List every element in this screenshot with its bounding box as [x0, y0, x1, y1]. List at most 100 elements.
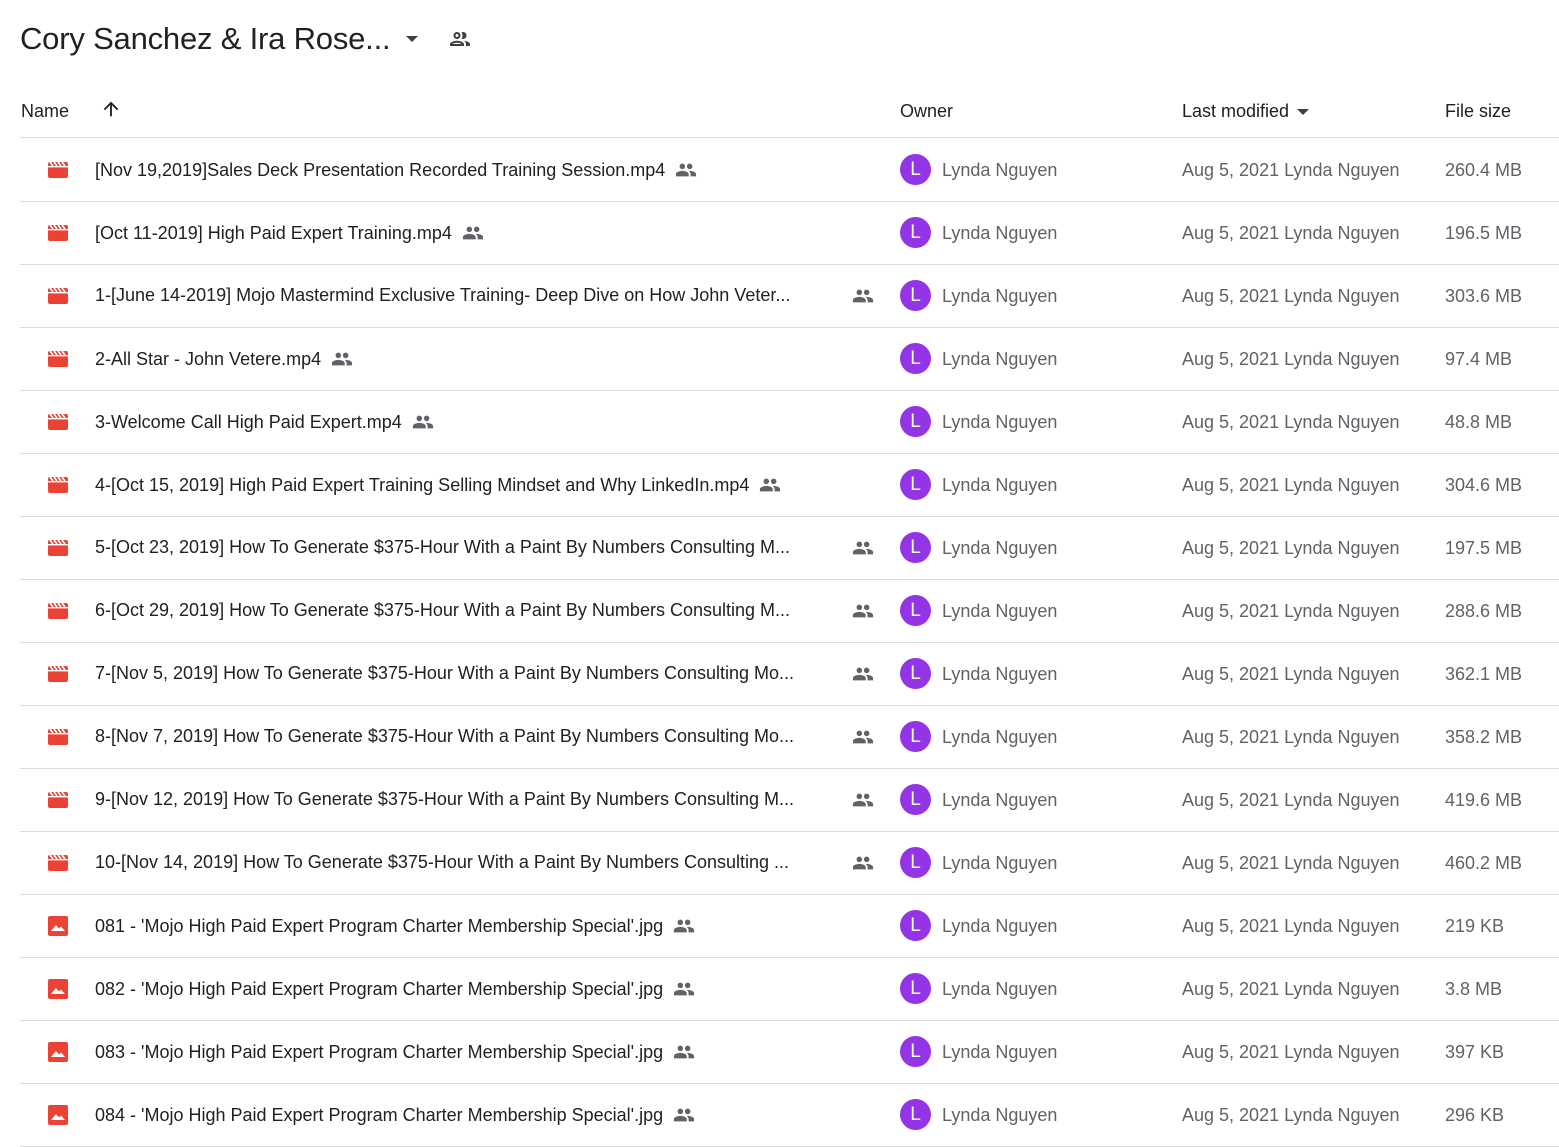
file-name[interactable]: 7-[Nov 5, 2019] How To Generate $375-Hou… — [95, 663, 794, 684]
file-name[interactable]: 084 - 'Mojo High Paid Expert Program Cha… — [95, 1104, 695, 1126]
shared-people-icon — [674, 982, 695, 996]
file-name[interactable]: 4-[Oct 15, 2019] High Paid Expert Traini… — [95, 474, 781, 496]
file-name[interactable]: 083 - 'Mojo High Paid Expert Program Cha… — [95, 1041, 695, 1063]
file-name-label: 9-[Nov 12, 2019] How To Generate $375-Ho… — [95, 789, 795, 809]
avatar: L — [900, 469, 931, 500]
video-file-icon — [48, 728, 68, 745]
file-size: 296 KB — [1445, 1105, 1505, 1125]
owner-name: Lynda Nguyen — [942, 1105, 1058, 1125]
avatar: L — [900, 595, 931, 626]
file-name[interactable]: [Oct 11-2019] High Paid Expert Training.… — [95, 222, 484, 244]
last-modified: Aug 5, 2021 Lynda Nguyen — [1182, 1042, 1400, 1062]
shared-people-icon — [674, 1108, 695, 1122]
last-modified: Aug 5, 2021 Lynda Nguyen — [1182, 853, 1400, 873]
arrow-upward-icon[interactable] — [100, 98, 122, 120]
last-modified: Aug 5, 2021 Lynda Nguyen — [1182, 727, 1400, 747]
file-name-label: 2-All Star - John Vetere.mp4 — [95, 348, 322, 369]
avatar: L — [900, 658, 931, 689]
file-size: 288.6 MB — [1445, 601, 1523, 621]
file-name-label: 3-Welcome Call High Paid Expert.mp4 — [95, 411, 402, 432]
file-name[interactable]: 082 - 'Mojo High Paid Expert Program Cha… — [95, 978, 695, 1000]
file-row[interactable]: 2-All Star - John Vetere.mp4 L Lynda Nguye… — [20, 328, 1559, 391]
file-size: 48.8 MB — [1445, 412, 1513, 432]
file-size: 97.4 MB — [1445, 349, 1513, 369]
file-name-label: 084 - 'Mojo High Paid Expert Program Cha… — [95, 1104, 664, 1125]
file-row[interactable]: [Nov 19,2019]Sales Deck Presentation Rec… — [20, 139, 1559, 202]
avatar: L — [900, 910, 931, 941]
file-name[interactable]: 5-[Oct 23, 2019] How To Generate $375-Ho… — [95, 537, 790, 558]
file-name[interactable]: 10-[Nov 14, 2019] How To Generate $375-H… — [95, 852, 789, 873]
file-size: 219 KB — [1445, 916, 1505, 936]
file-name-label: 7-[Nov 5, 2019] How To Generate $375-Hou… — [95, 663, 795, 683]
file-name-label: 6-[Oct 29, 2019] How To Generate $375-Ho… — [95, 600, 790, 620]
last-modified: Aug 5, 2021 Lynda Nguyen — [1182, 286, 1400, 306]
file-name[interactable]: 6-[Oct 29, 2019] How To Generate $375-Ho… — [95, 600, 790, 621]
file-row[interactable]: 083 - 'Mojo High Paid Expert Program Cha… — [20, 1021, 1559, 1084]
last-modified: Aug 5, 2021 Lynda Nguyen — [1182, 601, 1400, 621]
file-size: 362.1 MB — [1445, 664, 1523, 684]
file-name-label: 083 - 'Mojo High Paid Expert Program Cha… — [95, 1041, 664, 1062]
image-file-icon — [48, 979, 68, 999]
last-modified: Aug 5, 2021 Lynda Nguyen — [1182, 664, 1400, 684]
video-file-icon — [48, 287, 68, 304]
last-modified: Aug 5, 2021 Lynda Nguyen — [1182, 1105, 1400, 1125]
file-row[interactable]: 081 - 'Mojo High Paid Expert Program Cha… — [20, 895, 1559, 958]
column-header-last-modified[interactable]: Last modified — [1182, 101, 1310, 122]
file-name[interactable]: 3-Welcome Call High Paid Expert.mp4 — [95, 411, 434, 433]
file-row[interactable]: 4-[Oct 15, 2019] High Paid Expert Traini… — [20, 454, 1559, 517]
file-name[interactable]: 1-[June 14-2019] Mojo Mastermind Exclusi… — [95, 285, 790, 306]
shared-people-icon — [852, 856, 874, 870]
last-modified: Aug 5, 2021 Lynda Nguyen — [1182, 223, 1400, 243]
avatar: L — [900, 280, 931, 311]
video-file-icon — [48, 539, 68, 556]
file-row[interactable]: 3-Welcome Call High Paid Expert.mp4 L Lynd… — [20, 391, 1559, 454]
file-row[interactable]: 10-[Nov 14, 2019] How To Generate $375-H… — [20, 832, 1559, 895]
shared-people-icon — [676, 163, 697, 177]
avatar: L — [900, 1036, 931, 1067]
shared-people-icon — [852, 667, 874, 681]
file-size: 196.5 MB — [1445, 223, 1523, 243]
file-name-label: 1-[June 14-2019] Mojo Mastermind Exclusi… — [95, 285, 791, 305]
video-file-icon — [48, 161, 68, 178]
file-row[interactable]: 7-[Nov 5, 2019] How To Generate $375-Hou… — [20, 643, 1559, 706]
file-row[interactable]: [Oct 11-2019] High Paid Expert Training.… — [20, 202, 1559, 265]
last-modified: Aug 5, 2021 Lynda Nguyen — [1182, 475, 1400, 495]
owner-name: Lynda Nguyen — [942, 349, 1058, 369]
column-header-owner[interactable]: Owner — [900, 101, 953, 122]
owner-name: Lynda Nguyen — [942, 790, 1058, 810]
owner-name: Lynda Nguyen — [942, 160, 1058, 180]
video-file-icon — [48, 791, 68, 808]
column-header-last-modified-label: Last modified — [1182, 101, 1290, 121]
video-file-icon — [48, 602, 68, 619]
file-name-label: 082 - 'Mojo High Paid Expert Program Cha… — [95, 978, 664, 999]
file-row[interactable]: 1-[June 14-2019] Mojo Mastermind Exclusi… — [20, 265, 1559, 328]
folder-title[interactable]: Cory Sanchez & Ira Rose... — [20, 21, 391, 57]
file-row[interactable]: 5-[Oct 23, 2019] How To Generate $375-Ho… — [20, 517, 1559, 580]
file-size: 304.6 MB — [1445, 475, 1523, 495]
column-header-file-size[interactable]: File size — [1445, 101, 1511, 122]
people-outline-icon[interactable] — [448, 27, 472, 51]
shared-people-icon — [852, 604, 874, 618]
file-name-label: [Oct 11-2019] High Paid Expert Training.… — [95, 222, 452, 243]
file-name[interactable]: 2-All Star - John Vetere.mp4 — [95, 348, 353, 370]
file-name[interactable]: 9-[Nov 12, 2019] How To Generate $375-Ho… — [95, 789, 794, 810]
file-name[interactable]: 081 - 'Mojo High Paid Expert Program Cha… — [95, 915, 695, 937]
shared-people-icon — [760, 478, 781, 492]
file-row[interactable]: 8-[Nov 7, 2019] How To Generate $375-Hou… — [20, 706, 1559, 769]
file-name-label: [Nov 19,2019]Sales Deck Presentation Rec… — [95, 159, 666, 180]
file-name[interactable]: [Nov 19,2019]Sales Deck Presentation Rec… — [95, 159, 697, 181]
last-modified: Aug 5, 2021 Lynda Nguyen — [1182, 349, 1400, 369]
column-header-name[interactable]: Name — [21, 101, 69, 122]
shared-people-icon — [462, 226, 483, 240]
file-name[interactable]: 8-[Nov 7, 2019] How To Generate $375-Hou… — [95, 726, 794, 747]
arrow-drop-down-icon[interactable] — [406, 36, 419, 42]
file-row[interactable]: 6-[Oct 29, 2019] How To Generate $375-Ho… — [20, 580, 1559, 643]
owner-name: Lynda Nguyen — [942, 601, 1058, 621]
file-row[interactable]: 9-[Nov 12, 2019] How To Generate $375-Ho… — [20, 769, 1559, 832]
shared-people-icon — [412, 415, 433, 429]
video-file-icon — [48, 413, 68, 430]
avatar: L — [900, 217, 931, 248]
file-row[interactable]: 082 - 'Mojo High Paid Expert Program Cha… — [20, 958, 1559, 1021]
file-row[interactable]: 084 - 'Mojo High Paid Expert Program Cha… — [20, 1084, 1559, 1147]
shared-people-icon — [674, 919, 695, 933]
